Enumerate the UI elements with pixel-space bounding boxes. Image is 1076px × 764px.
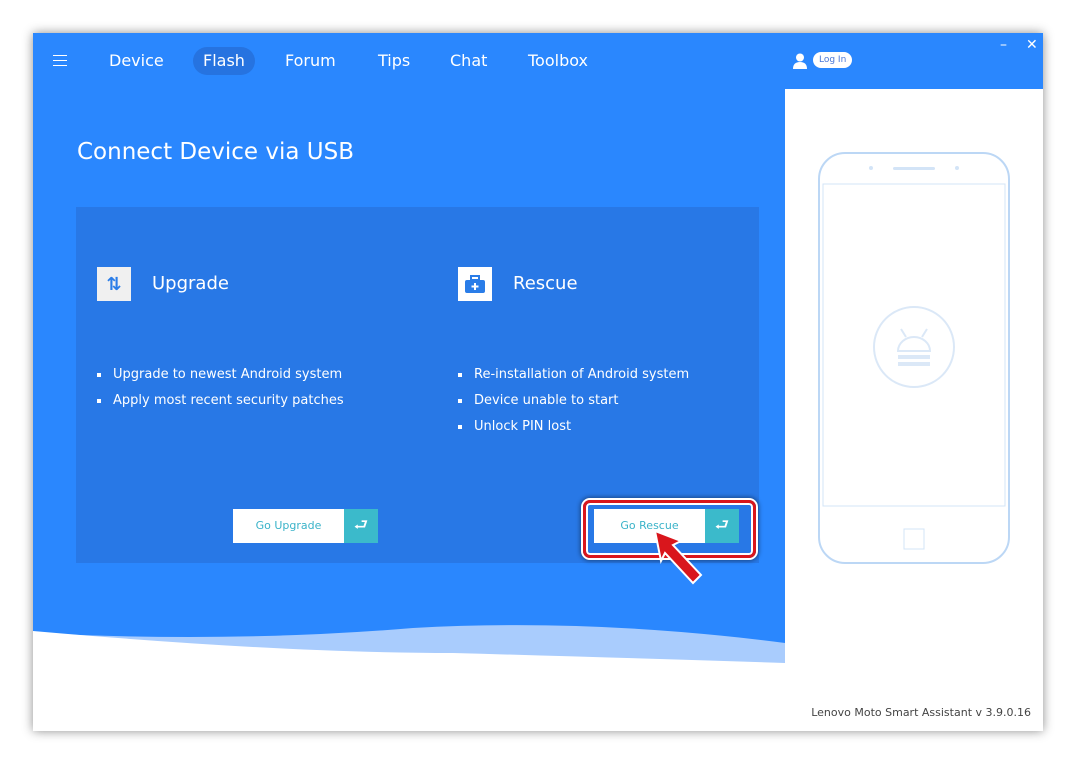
phone-illustration bbox=[818, 152, 1010, 564]
nav-forum[interactable]: Forum bbox=[275, 47, 346, 75]
app-window: Device Flash Forum Tips Chat Toolbox Log… bbox=[33, 33, 1043, 731]
version-label: Lenovo Moto Smart Assistant v 3.9.0.16 bbox=[811, 706, 1031, 719]
close-button[interactable]: ✕ bbox=[1026, 37, 1038, 53]
swap-arrows-icon: ⇅ bbox=[97, 267, 131, 301]
list-item: Upgrade to newest Android system bbox=[97, 367, 344, 393]
rescue-heading: Rescue bbox=[513, 273, 578, 294]
list-item: Unlock PIN lost bbox=[458, 419, 689, 445]
device-preview-panel bbox=[785, 89, 1043, 692]
login-button[interactable]: Log In bbox=[813, 52, 853, 68]
list-item: Device unable to start bbox=[458, 393, 689, 419]
nav-device[interactable]: Device bbox=[99, 47, 174, 75]
go-upgrade-label: Go Upgrade bbox=[233, 509, 344, 543]
nav-flash[interactable]: Flash bbox=[193, 47, 255, 75]
page-title: Connect Device via USB bbox=[77, 139, 354, 165]
wave-decoration bbox=[33, 625, 785, 693]
nav-toolbox[interactable]: Toolbox bbox=[518, 47, 598, 75]
list-item: Apply most recent security patches bbox=[97, 393, 344, 419]
nav-tips[interactable]: Tips bbox=[368, 47, 420, 75]
upgrade-heading: Upgrade bbox=[152, 273, 229, 294]
toolbox-plus-icon bbox=[458, 267, 492, 301]
list-item: Re-installation of Android system bbox=[458, 367, 689, 393]
go-upgrade-button[interactable]: Go Upgrade ⮐ bbox=[233, 509, 378, 543]
user-icon[interactable] bbox=[793, 53, 807, 69]
pointer-arrow-icon bbox=[653, 529, 703, 585]
footer: Lenovo Moto Smart Assistant v 3.9.0.16 bbox=[33, 692, 1043, 731]
hamburger-menu-icon[interactable] bbox=[53, 55, 67, 70]
enter-arrow-icon: ⮐ bbox=[344, 509, 378, 543]
nav-chat[interactable]: Chat bbox=[440, 47, 497, 75]
top-nav: Device Flash Forum Tips Chat Toolbox bbox=[33, 33, 793, 89]
minimize-button[interactable]: – bbox=[1000, 37, 1007, 53]
